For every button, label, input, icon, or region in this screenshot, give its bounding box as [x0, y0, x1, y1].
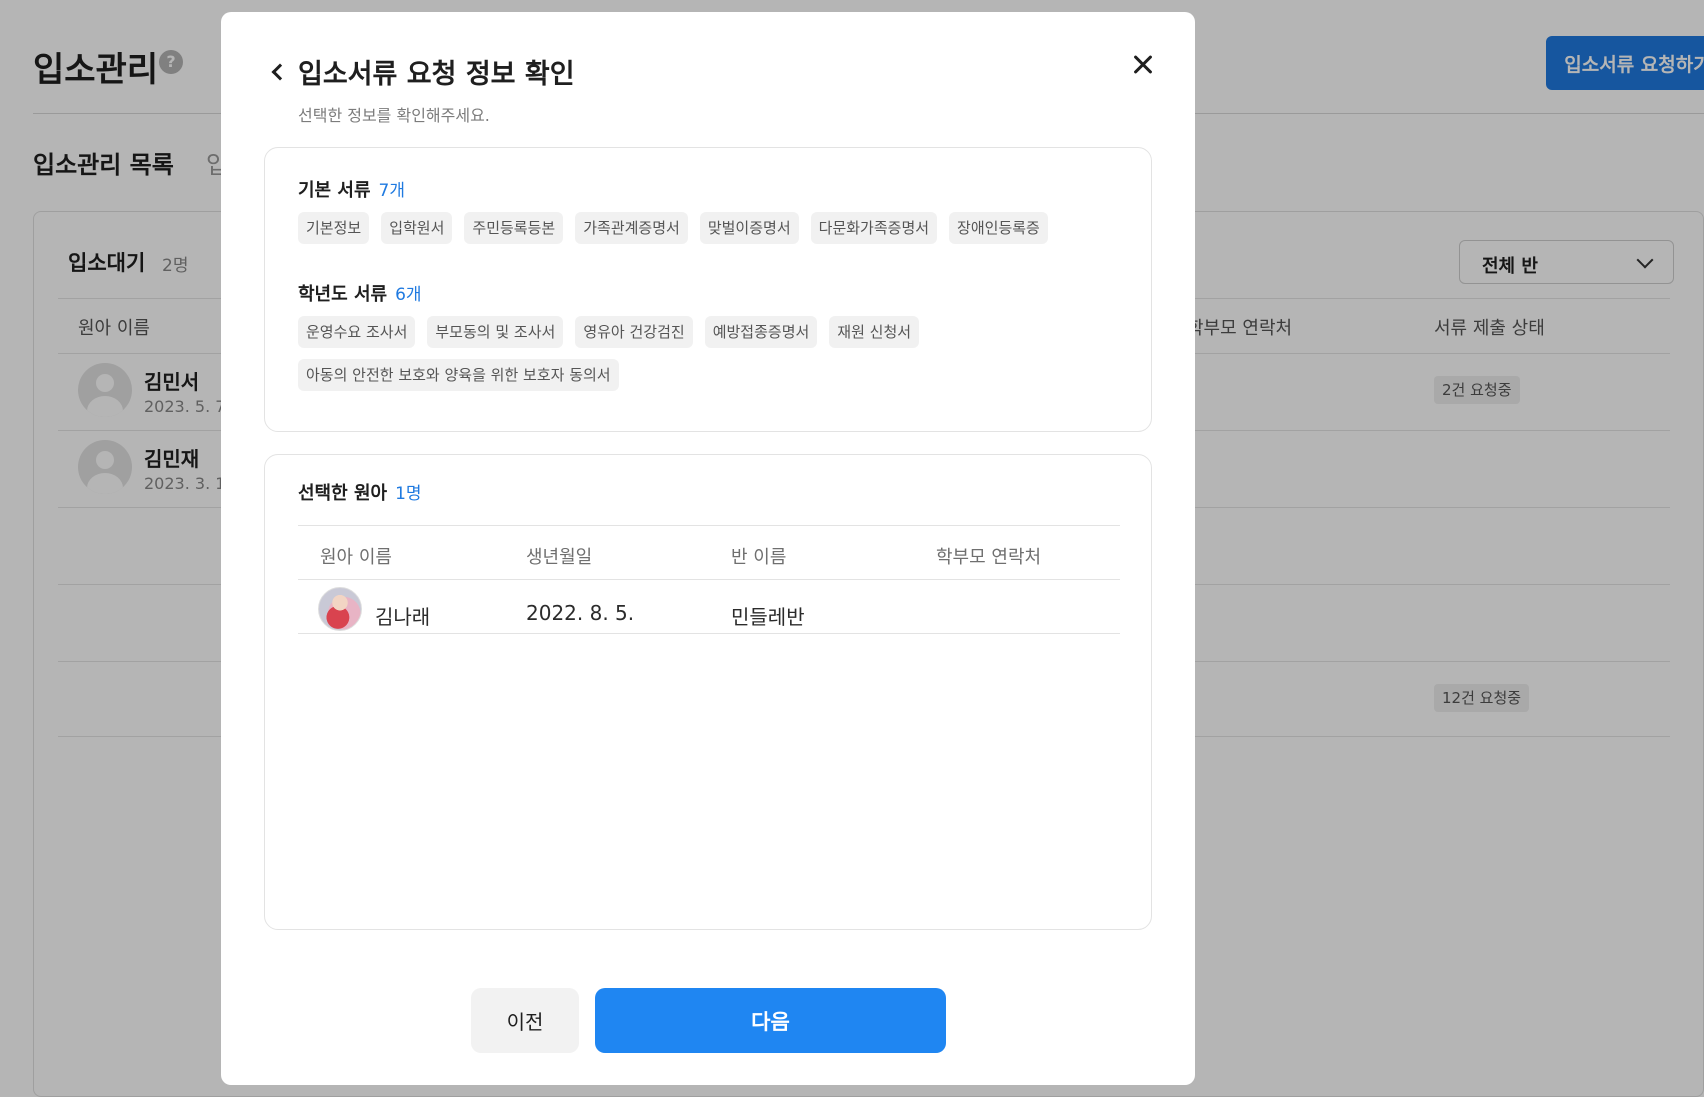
- prev-button[interactable]: 이전: [471, 988, 579, 1053]
- documents-card: 기본 서류 7개 기본정보 입학원서 주민등록등본 가족관계증명서 맞벌이증명서 …: [264, 147, 1152, 432]
- basic-docs-heading: 기본 서류 7개: [298, 176, 405, 202]
- year-docs-label: 학년도 서류: [298, 284, 388, 305]
- doc-tag: 장애인등록증: [949, 212, 1048, 244]
- table-divider: [298, 633, 1120, 634]
- next-button[interactable]: 다음: [595, 988, 946, 1053]
- year-docs-heading: 학년도 서류 6개: [298, 280, 422, 306]
- doc-tag: 운영수요 조사서: [298, 316, 416, 348]
- child-class: 민들레반: [731, 605, 805, 629]
- selected-children-card: 선택한 원아 1명 원아 이름 생년월일 반 이름 학부모 연락처 김나래 202…: [264, 454, 1152, 930]
- back-icon[interactable]: [271, 63, 289, 81]
- doc-tag: 가족관계증명서: [575, 212, 688, 244]
- doc-tag: 다문화가족증명서: [810, 212, 938, 244]
- column-header-birth: 생년월일: [526, 547, 593, 568]
- doc-tag: 맞벌이증명서: [699, 212, 799, 244]
- doc-tag: 재원 신청서: [829, 316, 920, 348]
- doc-tag: 영유아 건강검진: [575, 316, 693, 348]
- doc-tag: 아동의 안전한 보호와 양육을 위한 보호자 동의서: [298, 359, 619, 391]
- child-name: 김나래: [375, 605, 431, 629]
- year-docs-tags: 운영수요 조사서 부모동의 및 조사서 영유아 건강검진 예방접종증명서 재원 …: [298, 316, 1121, 391]
- basic-docs-tags: 기본정보 입학원서 주민등록등본 가족관계증명서 맞벌이증명서 다문화가족증명서…: [298, 212, 1121, 244]
- close-icon[interactable]: [1125, 46, 1161, 82]
- table-divider: [298, 579, 1120, 580]
- column-header-parent-contact: 학부모 연락처: [936, 547, 1042, 568]
- doc-tag: 기본정보: [298, 212, 370, 244]
- year-docs-count: 6개: [395, 285, 422, 305]
- table-divider: [298, 525, 1120, 526]
- avatar: [318, 587, 362, 631]
- document-request-confirm-modal: 입소서류 요청 정보 확인 선택한 정보를 확인해주세요. 기본 서류 7개 기본…: [221, 12, 1195, 1085]
- column-header-name: 원아 이름: [320, 547, 392, 568]
- doc-tag: 부모동의 및 조사서: [427, 316, 564, 348]
- doc-tag: 예방접종증명서: [704, 316, 818, 348]
- selected-children-label: 선택한 원아: [298, 483, 388, 504]
- modal-title: 입소서류 요청 정보 확인: [298, 59, 575, 90]
- modal-subtitle: 선택한 정보를 확인해주세요.: [298, 106, 490, 125]
- selected-children-heading: 선택한 원아 1명: [298, 479, 422, 505]
- basic-docs-label: 기본 서류: [298, 180, 371, 201]
- doc-tag: 입학원서: [381, 212, 453, 244]
- child-birth: 2022. 8. 5.: [526, 601, 635, 625]
- basic-docs-count: 7개: [378, 181, 405, 201]
- doc-tag: 주민등록등본: [464, 212, 564, 244]
- column-header-class: 반 이름: [731, 547, 787, 568]
- selected-children-count: 1명: [395, 484, 422, 504]
